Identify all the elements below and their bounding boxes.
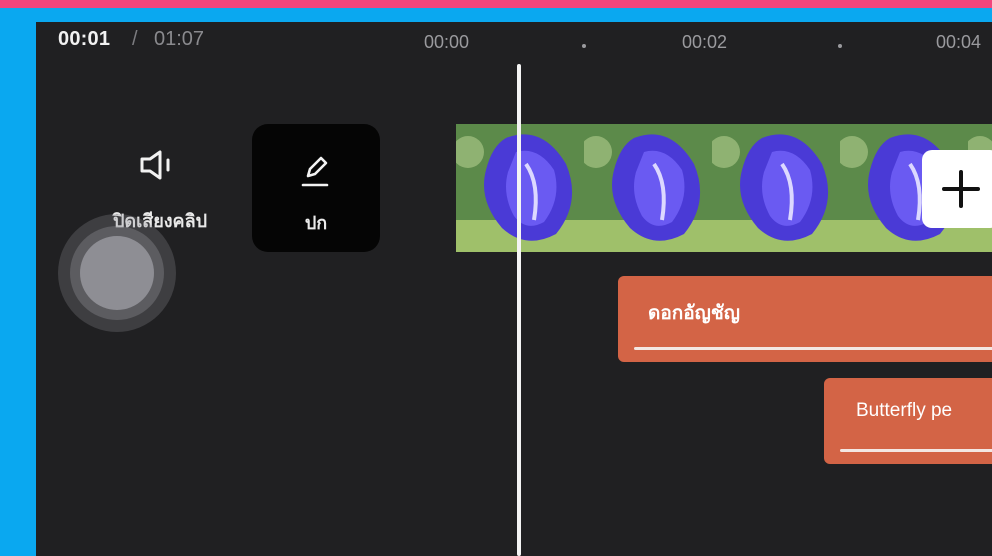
cover-label: ปก (304, 213, 328, 233)
add-clip-button[interactable] (922, 150, 992, 228)
cover-button[interactable]: ปก (252, 124, 380, 252)
text-clip-duration-bar (634, 347, 992, 350)
time-separator: / (132, 28, 138, 50)
ruler-tick (582, 44, 586, 48)
plus-icon (942, 170, 980, 208)
ruler-label-00-00: 00:00 (424, 32, 470, 52)
speaker-muted-icon (140, 150, 170, 180)
pencil-edit-icon (301, 156, 329, 187)
ruler-label-00-02: 00:02 (682, 32, 728, 52)
video-clip-track[interactable] (456, 124, 992, 252)
ruler-label-00-04: 00:04 (936, 32, 982, 52)
text-clip-label: ดอกอัญชัญ (648, 303, 740, 324)
text-clip[interactable]: Butterfly pe (824, 378, 992, 464)
top-accent-stripe (0, 0, 992, 8)
touch-indicator (80, 236, 154, 310)
video-editor-timeline: 00:01 / 01:07 00:00 00:02 00:04 ปิดเสียง… (36, 22, 992, 556)
current-time: 00:01 (58, 28, 111, 50)
clip-thumbnail (584, 124, 712, 252)
text-clip-label: Butterfly pe (856, 400, 953, 421)
text-clip-duration-bar (840, 449, 992, 452)
clip-thumbnail (712, 124, 840, 252)
total-duration: 01:07 (154, 28, 205, 50)
playhead[interactable] (517, 64, 521, 556)
text-clip[interactable]: ดอกอัญชัญ (618, 276, 992, 362)
ruler-tick (838, 44, 842, 48)
